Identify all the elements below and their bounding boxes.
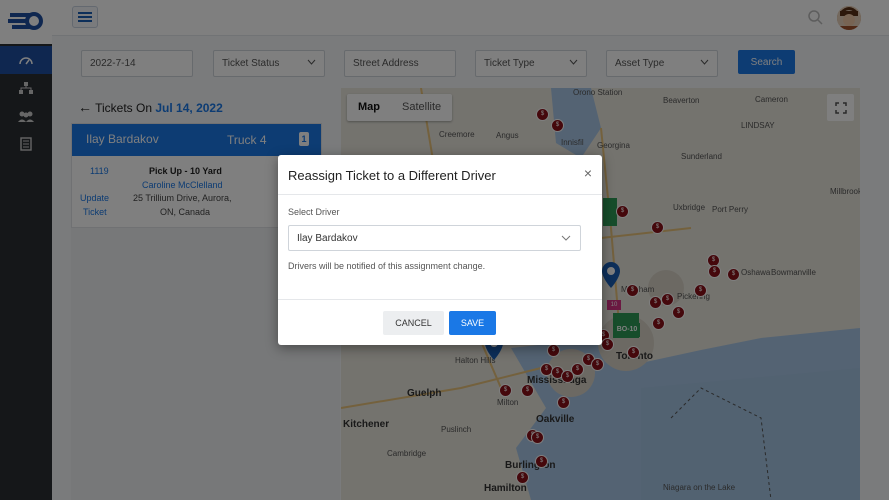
modal-title: Reassign Ticket to a Different Driver — [288, 168, 496, 183]
notification-hint: Drivers will be notified of this assignm… — [288, 261, 486, 271]
reassign-driver-modal: Reassign Ticket to a Different Driver × … — [278, 155, 602, 345]
save-button[interactable]: SAVE — [449, 311, 496, 335]
chevron-down-icon — [561, 235, 571, 241]
modal-body: Select Driver Ilay Bardakov Drivers will… — [278, 195, 602, 300]
cancel-button[interactable]: CANCEL — [383, 311, 444, 335]
selected-driver-value: Ilay Bardakov — [297, 233, 358, 244]
driver-select[interactable]: Ilay Bardakov — [288, 225, 581, 251]
close-icon[interactable]: × — [584, 165, 592, 181]
modal-header: Reassign Ticket to a Different Driver × — [278, 155, 602, 195]
select-driver-label: Select Driver — [288, 207, 340, 217]
